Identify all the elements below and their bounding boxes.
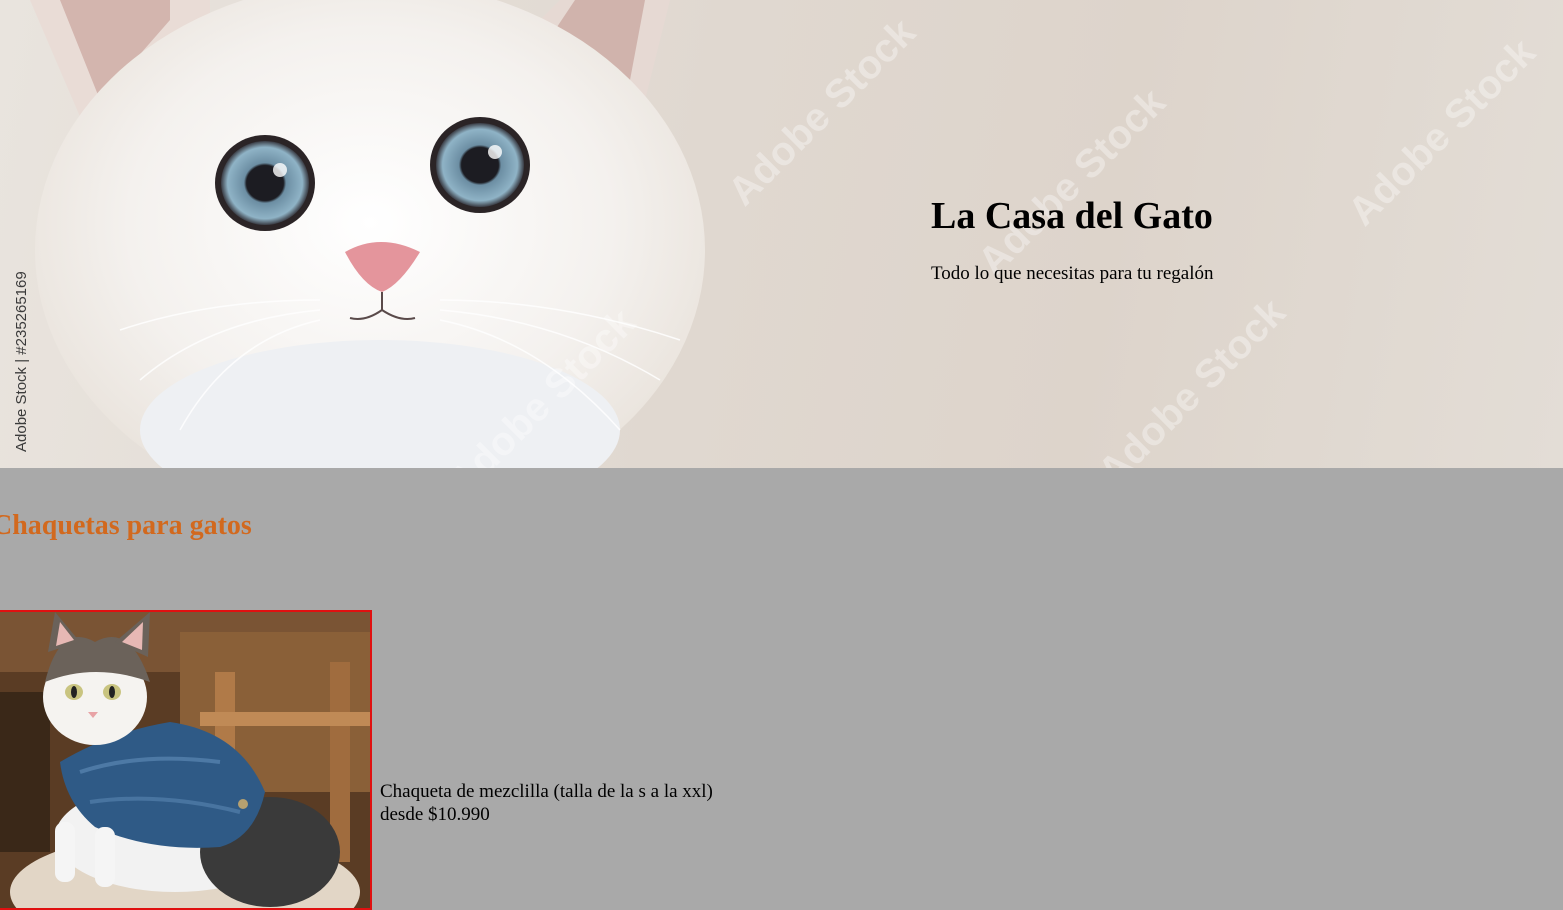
section-title: Chaquetas para gatos [0,510,252,541]
product-price: desde $10.990 [380,804,490,825]
hero-cat-image [30,0,705,468]
product-description: Chaqueta de mezclilla (talla de la s a l… [380,780,713,826]
cat-in-denim-jacket-image [0,612,370,908]
hero-text: La Casa del Gato Todo lo que necesitas p… [931,190,1214,286]
site-title: La Casa del Gato [931,195,1213,237]
site-tagline: Todo lo que necesitas para tu regalón [931,263,1214,284]
product-image[interactable] [0,610,372,910]
hero-banner: Adobe Stock Adobe Stock Adobe Stock Adob… [0,0,1563,468]
product-name: Chaqueta de mezclilla (talla de la s a l… [380,781,713,802]
product-card: Chaqueta de mezclilla (talla de la s a l… [0,610,900,910]
stock-credit: Adobe Stock | #235265169 [13,271,30,452]
